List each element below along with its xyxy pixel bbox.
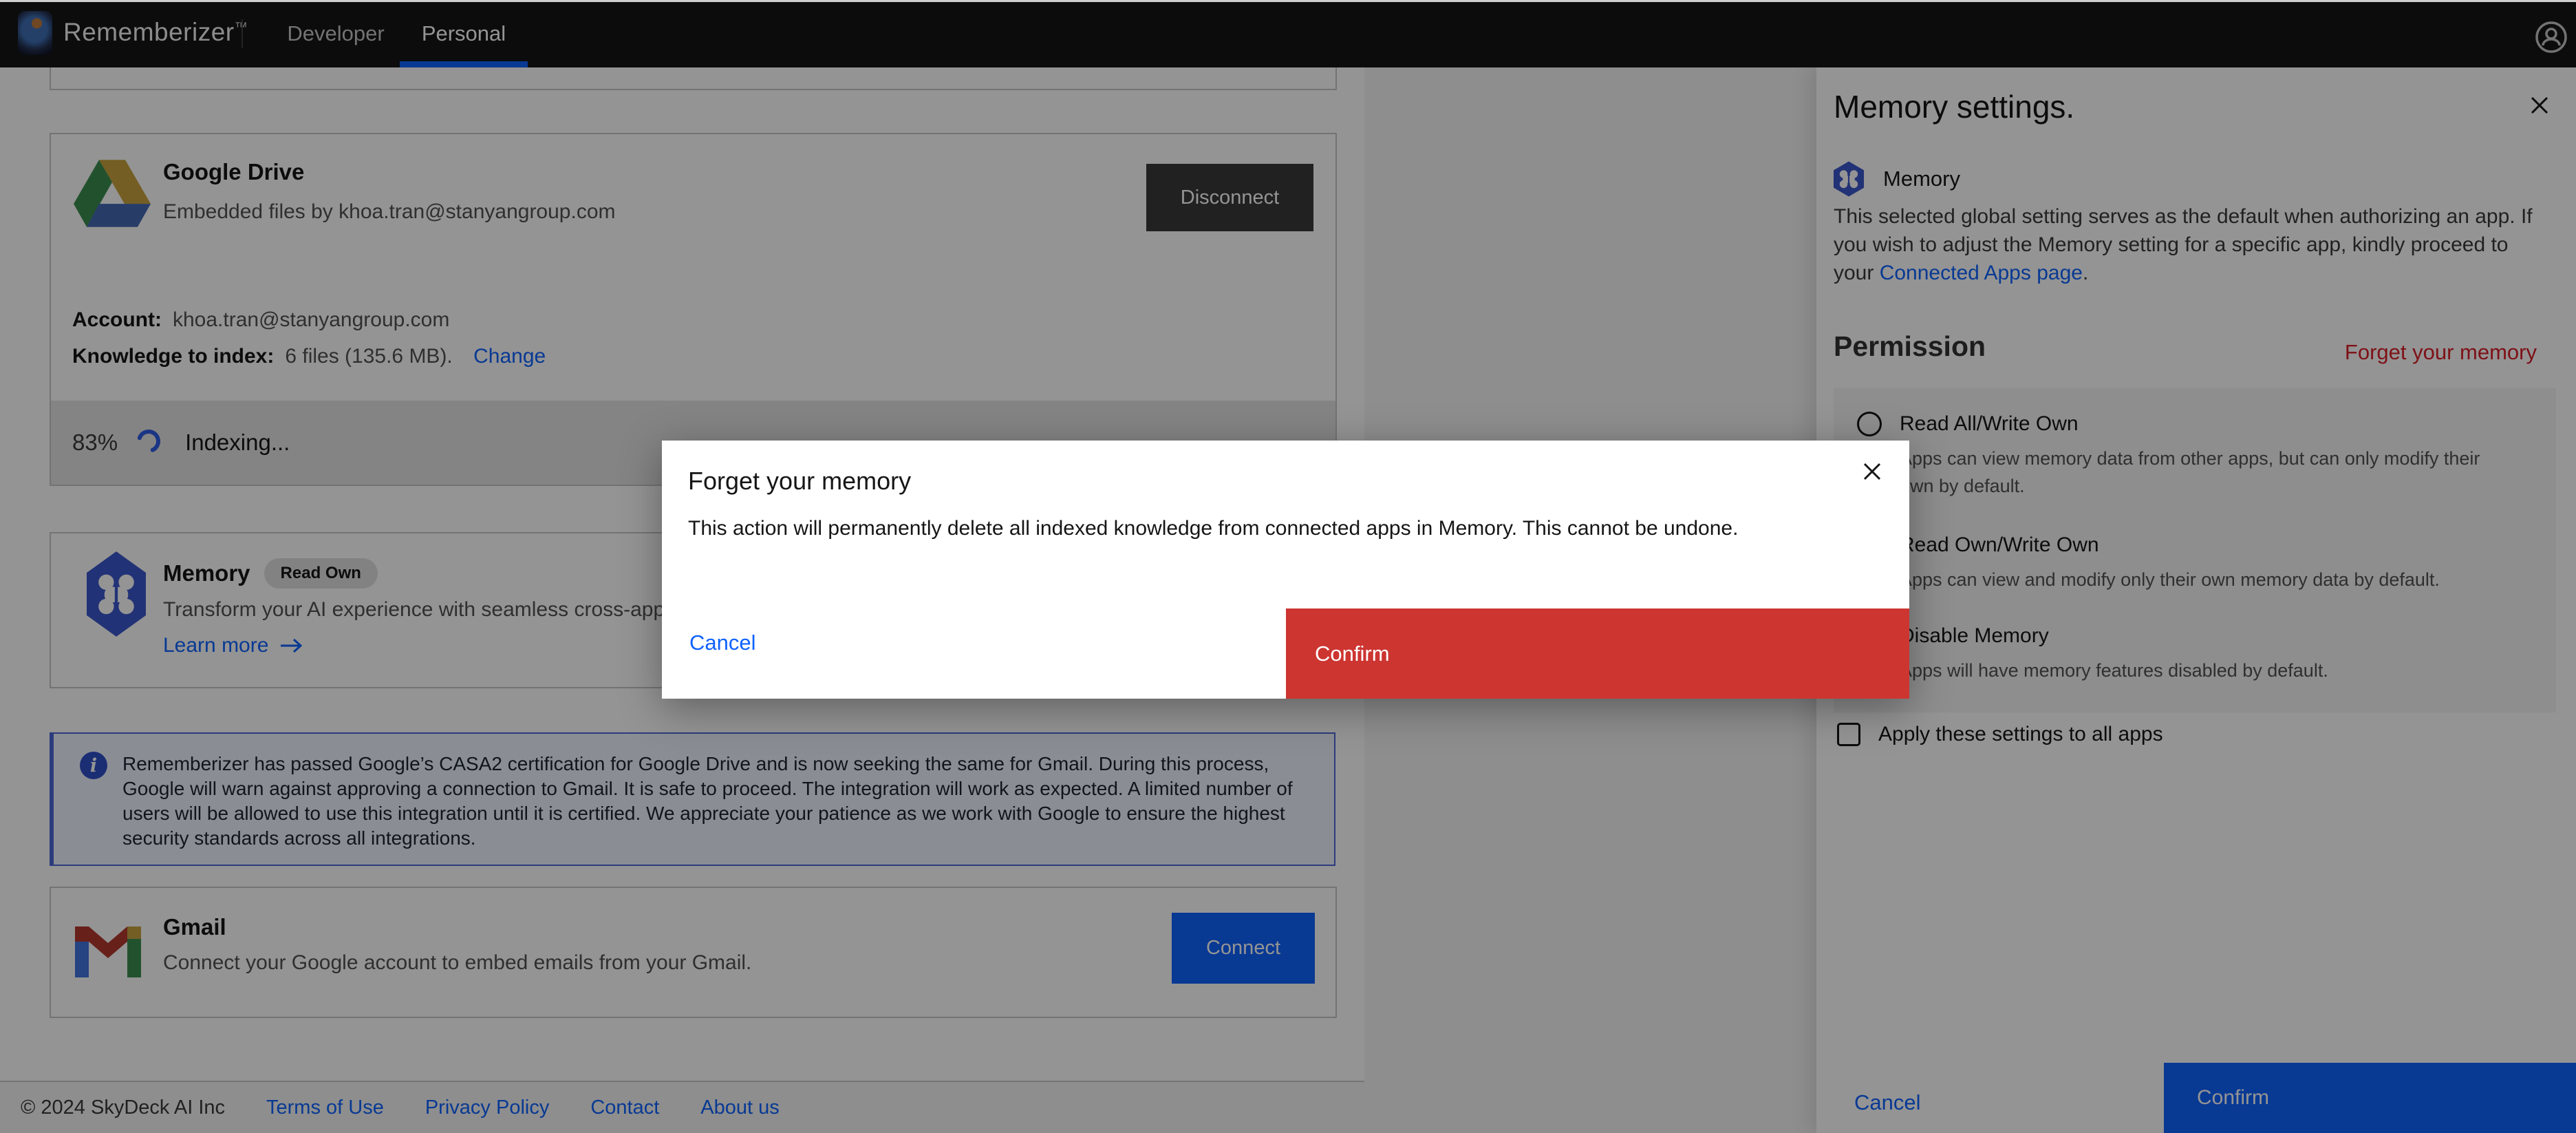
forget-memory-modal: Forget your memory This action will perm… (662, 441, 1909, 699)
close-icon (1862, 461, 1882, 482)
modal-body-text: This action will permanently delete all … (688, 515, 1761, 542)
modal-title: Forget your memory (688, 467, 911, 496)
modal-cancel-button[interactable]: Cancel (689, 631, 756, 655)
window-top-edge (0, 0, 2576, 2)
modal-confirm-button[interactable]: Confirm (1286, 608, 1909, 699)
modal-close-button[interactable] (1856, 456, 1888, 487)
